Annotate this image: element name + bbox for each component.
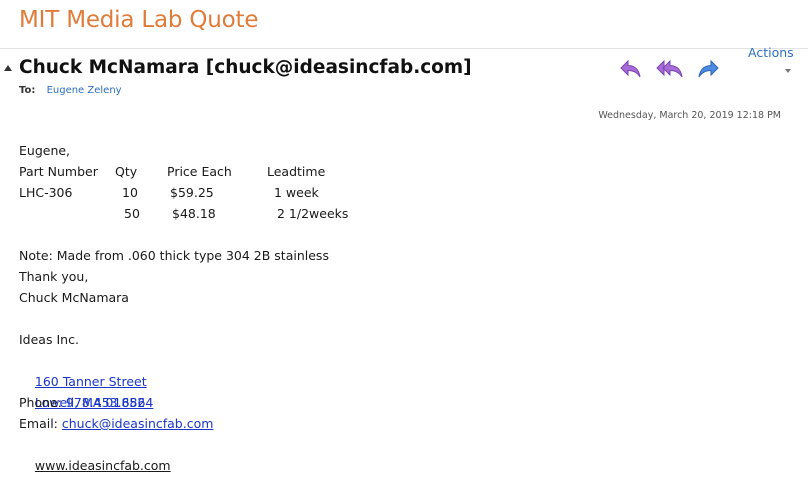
cell-price: $48.18 (172, 206, 216, 221)
reply-icon[interactable] (619, 58, 643, 80)
header-divider (0, 48, 808, 49)
forward-icon[interactable] (696, 58, 720, 80)
to-label: To: (19, 85, 36, 96)
sent-date: Wednesday, March 20, 2019 12:18 PM (598, 110, 781, 121)
table-row: 50 $48.18 2 1/2weeks (19, 203, 348, 224)
table-header-row: Part Number Qty Price Each Leadtime (19, 161, 329, 182)
website-line: www.ideasincfab.com (19, 434, 329, 473)
cell-price: $59.25 (170, 185, 214, 200)
cell-qty: 50 (124, 206, 140, 221)
reply-all-icon[interactable] (655, 58, 685, 80)
email-link[interactable]: chuck@ideasincfab.com (62, 416, 214, 431)
signature-name: Chuck McNamara (19, 290, 129, 305)
phone-link[interactable]: 978.453.6864 (66, 395, 153, 410)
website-link[interactable]: www.ideasincfab.com (35, 458, 171, 473)
email-label: Email: (19, 416, 62, 431)
chevron-down-icon[interactable] (785, 69, 791, 73)
phone-line: Phone: 978.453.6864 (19, 392, 329, 413)
company-name: Ideas Inc. (19, 332, 79, 347)
cell-leadtime: 2 1/2weeks (277, 206, 349, 221)
email-line: Email: chuck@ideasincfab.com (19, 413, 329, 434)
greeting: Eugene, (19, 143, 71, 158)
address-line-2: Lowell, MA 01852 (19, 371, 329, 410)
thanks-text: Thank you, (19, 269, 89, 284)
collapse-triangle-icon[interactable] (4, 65, 12, 71)
recipient-name[interactable]: Eugene Zeleny (47, 85, 122, 96)
phone-label: Phone: (19, 395, 66, 410)
sender-name: Chuck McNamara [chuck@ideasincfab.com] (19, 57, 472, 78)
header-qty: Qty (115, 164, 138, 179)
recipient-row: To: Eugene Zeleny (19, 85, 122, 96)
header-part-number: Part Number (19, 164, 98, 179)
note-text: Note: Made from .060 thick type 304 2B s… (19, 248, 329, 263)
header-price-each: Price Each (167, 164, 232, 179)
email-body: Eugene, Part Number Qty Price Each Leadt… (19, 140, 348, 473)
address-line-1: 160 Tanner Street (19, 350, 329, 389)
cell-qty: 10 (122, 185, 138, 200)
table-row: LHC-306 10 $59.25 1 week (19, 182, 329, 203)
actions-menu[interactable]: Actions (748, 45, 794, 60)
cell-part-number: LHC-306 (19, 185, 73, 200)
cell-leadtime: 1 week (274, 185, 319, 200)
header-leadtime: Leadtime (267, 164, 326, 179)
email-subject: MIT Media Lab Quote (19, 7, 259, 33)
